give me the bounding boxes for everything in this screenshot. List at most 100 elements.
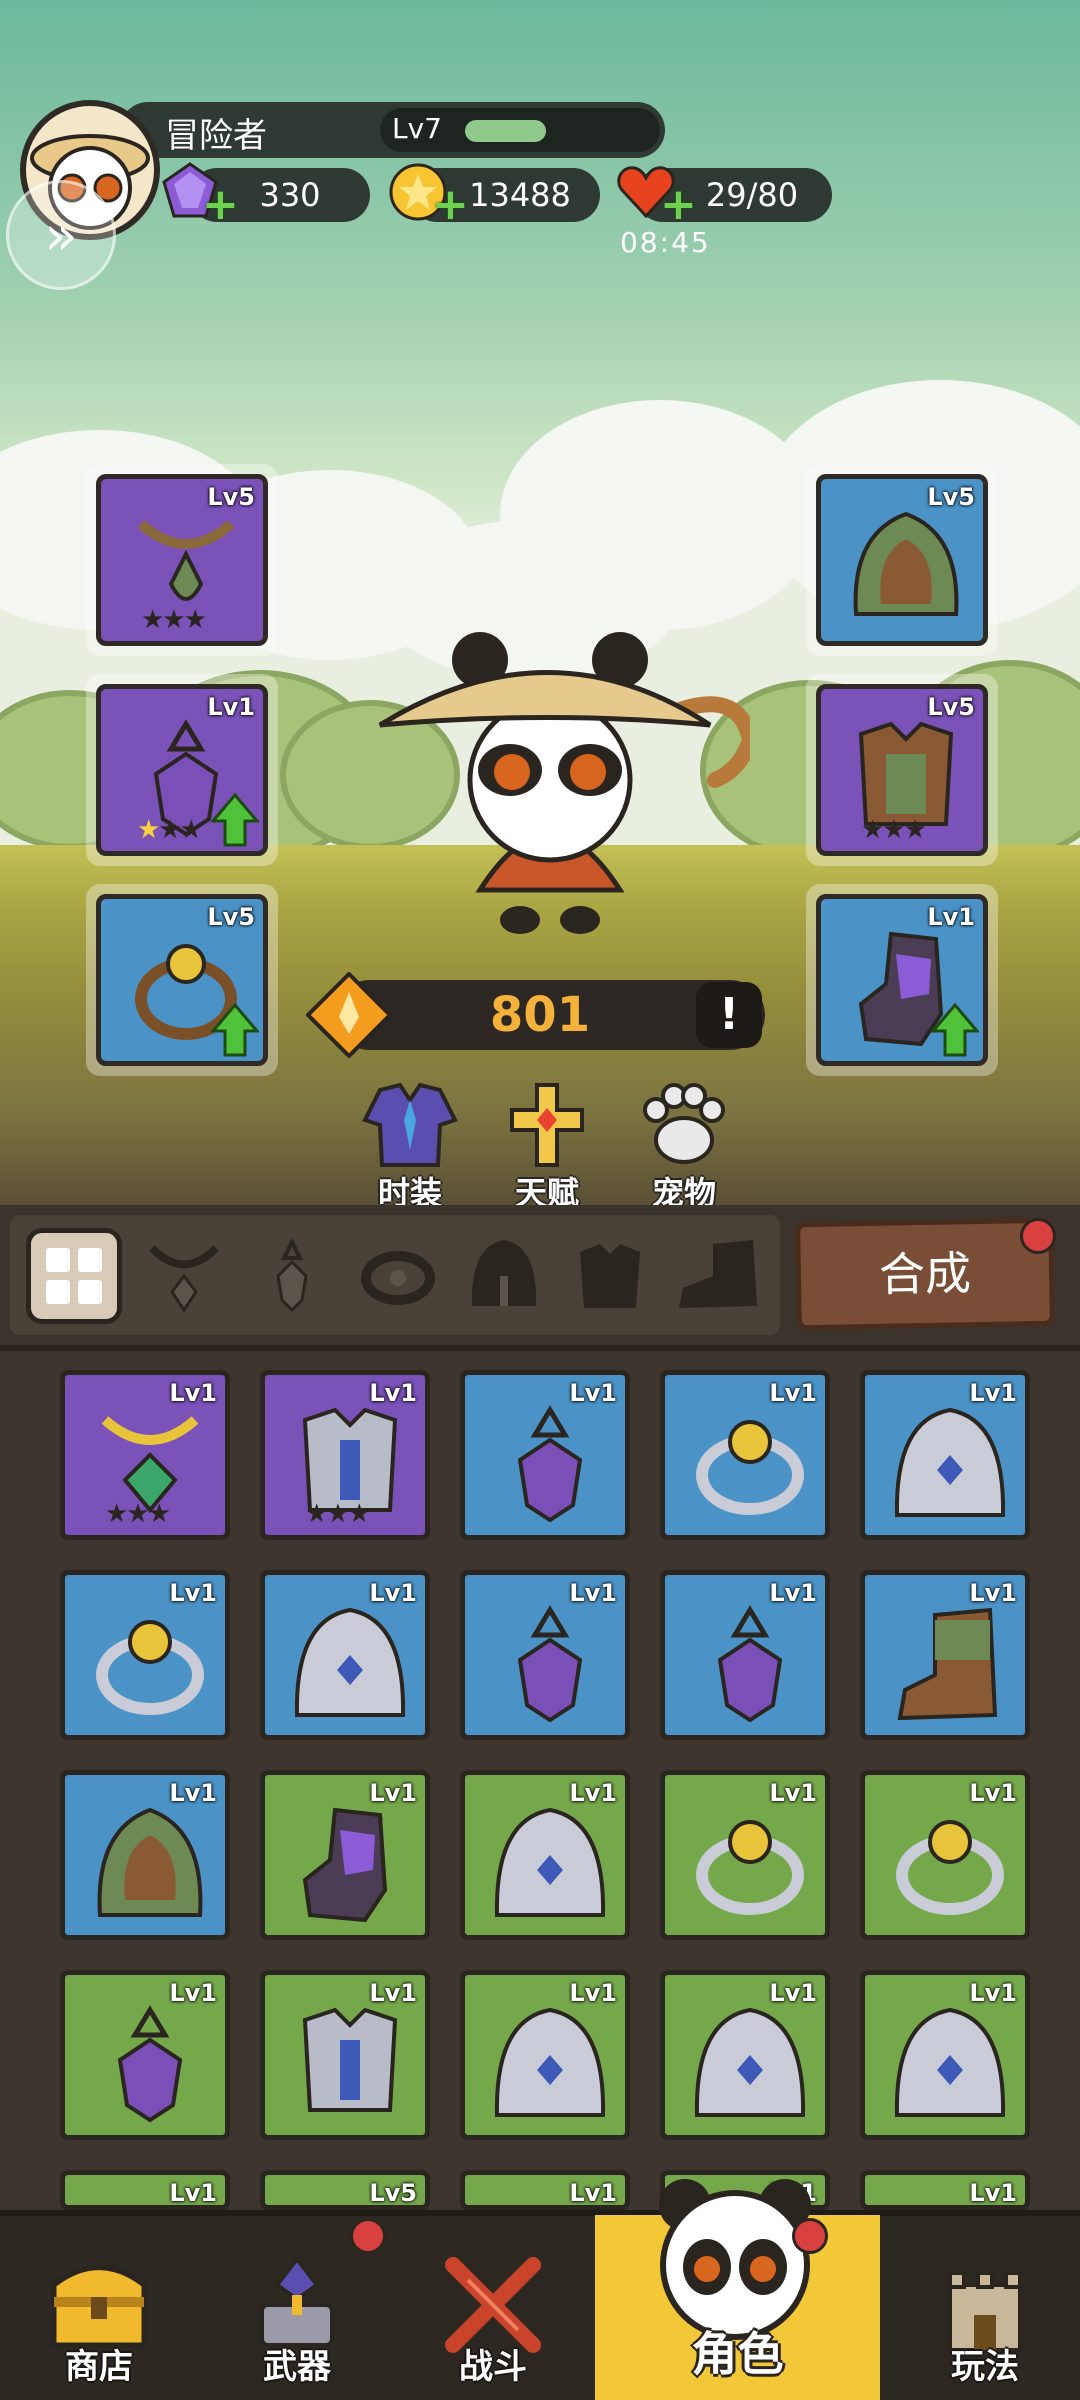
item-level: Lv1: [169, 1779, 217, 1807]
inventory-item-helmet[interactable]: Lv1: [460, 1770, 630, 1940]
item-level: Lv1: [369, 1979, 417, 2007]
tab-ring[interactable]: [350, 1228, 446, 1324]
inventory-item-ring[interactable]: Lv1: [660, 1770, 830, 1940]
earring-icon: [117, 2005, 183, 2123]
inventory-item-helmet[interactable]: Lv1: [460, 1970, 630, 2140]
helmet-icon: [294, 1607, 406, 1717]
item-level: Lv1: [569, 2179, 617, 2207]
armor-icon: [580, 1244, 640, 1308]
item-level: Lv1: [169, 1579, 217, 1607]
inventory-item-ring[interactable]: Lv1: [660, 1370, 830, 1540]
nav-character[interactable]: 角色: [595, 2179, 880, 2400]
inventory-item-helmet[interactable]: Lv1: [860, 2170, 1030, 2210]
player-level: Lv7: [392, 112, 442, 145]
helmet-icon: [494, 1807, 606, 1917]
add-gems-icon[interactable]: +: [202, 183, 239, 227]
tab-all[interactable]: [26, 1228, 122, 1324]
gem-count: 330: [259, 176, 321, 214]
item-level: Lv1: [769, 1579, 817, 1607]
earring-icon: [517, 1605, 583, 1723]
outfit-icon: [362, 1082, 458, 1167]
ring-icon: [96, 1620, 204, 1715]
outfit-button[interactable]: 时装: [345, 1080, 475, 1214]
item-level: Lv1: [569, 1379, 617, 1407]
ring-icon: [696, 1820, 804, 1915]
item-level: Lv1: [169, 1979, 217, 2007]
tab-earring[interactable]: [244, 1228, 340, 1324]
power-info-button[interactable]: !: [696, 982, 762, 1048]
slot-level: Lv5: [207, 483, 255, 511]
slot-level: Lv1: [207, 693, 255, 721]
item-level: Lv1: [369, 1579, 417, 1607]
item-level: Lv1: [769, 1779, 817, 1807]
boot-icon: [897, 1607, 998, 1721]
add-gold-icon[interactable]: +: [432, 183, 469, 227]
upgrade-arrow-icon: [211, 1003, 259, 1057]
tab-armor[interactable]: [562, 1228, 658, 1324]
inventory-item-ring[interactable]: Lv1: [860, 1770, 1030, 1940]
tab-helmet[interactable]: [456, 1228, 552, 1324]
tab-boot[interactable]: [670, 1228, 766, 1324]
inventory-item-armor[interactable]: Lv1: [260, 1970, 430, 2140]
equip-slot-hood[interactable]: Lv5: [806, 464, 998, 656]
grid-all-icon: [46, 1248, 102, 1304]
inventory-item-armor[interactable]: Lv1 ★★★: [260, 1370, 430, 1540]
inventory-item-gauntlet[interactable]: Lv1: [260, 1770, 430, 1940]
energy-count: 29/80: [705, 176, 799, 214]
ring-icon: [896, 1820, 1004, 1915]
combat-power-value: 801: [489, 987, 591, 1043]
gauntlet-icon: [302, 1807, 388, 1923]
upgrade-arrow-icon: [211, 793, 259, 847]
inventory-item-earring[interactable]: Lv1: [60, 1970, 230, 2140]
hood-icon: [97, 1807, 203, 1917]
ring-icon: [361, 1251, 435, 1305]
talent-button[interactable]: 天赋: [482, 1080, 612, 1214]
equip-slot-ring[interactable]: Lv5: [86, 884, 278, 1076]
slot-level: Lv5: [927, 693, 975, 721]
item-level: Lv1: [369, 1779, 417, 1807]
equip-slot-armor[interactable]: Lv5 ★★★: [806, 674, 998, 866]
armor-icon: [302, 2007, 398, 2112]
hero-character[interactable]: [370, 630, 750, 950]
earring-icon: [276, 1237, 308, 1313]
item-level: Lv1: [969, 1779, 1017, 1807]
helmet-icon: [894, 1407, 1006, 1517]
inventory-item-helmet[interactable]: Lv5: [260, 2170, 430, 2210]
inventory-item-earring[interactable]: Lv1: [660, 1570, 830, 1740]
inventory-item-helmet[interactable]: Lv1: [660, 1970, 830, 2140]
add-energy-icon[interactable]: +: [660, 183, 697, 227]
inventory-item-helmet[interactable]: Lv1: [860, 1970, 1030, 2140]
star-rating: ★★★: [137, 815, 203, 845]
item-level: Lv1: [969, 1379, 1017, 1407]
tab-necklace[interactable]: [136, 1228, 232, 1324]
inventory-item-hood[interactable]: Lv1: [60, 1770, 230, 1940]
helmet-icon: [494, 2007, 606, 2117]
gold-count: 13488: [469, 176, 571, 214]
item-level: Lv1: [969, 1579, 1017, 1607]
equip-slot-necklace[interactable]: Lv5 ★★★: [86, 464, 278, 656]
nav-shop[interactable]: 商店: [4, 2215, 194, 2400]
merge-button[interactable]: 合成: [795, 1217, 1055, 1331]
nav-gameplay[interactable]: 玩法: [890, 2215, 1080, 2400]
star-rating: ★★★: [141, 605, 207, 635]
notification-dot: [350, 2218, 386, 2254]
inventory-item-helmet[interactable]: Lv1: [60, 2170, 230, 2210]
nav-battle[interactable]: 战斗: [398, 2215, 588, 2400]
helmet-icon: [694, 2007, 806, 2117]
inventory-item-earring[interactable]: Lv1: [460, 1370, 630, 1540]
star-rating: ★★★: [105, 1499, 171, 1529]
inventory-item-helmet[interactable]: Lv1: [460, 2170, 630, 2210]
inventory-item-necklace[interactable]: Lv1 ★★★: [60, 1370, 230, 1540]
necklace-icon: [149, 1245, 219, 1313]
xp-fill: [465, 120, 546, 142]
inventory-item-ring[interactable]: Lv1: [60, 1570, 230, 1740]
expand-menu-button[interactable]: »: [6, 180, 116, 290]
equip-slot-earring[interactable]: Lv1 ★★★: [86, 674, 278, 866]
equip-slot-gauntlet[interactable]: Lv1: [806, 884, 998, 1076]
inventory-item-helmet[interactable]: Lv1: [260, 1570, 430, 1740]
pet-paw-icon: [643, 1083, 725, 1164]
pet-button[interactable]: 宠物: [619, 1080, 749, 1214]
inventory-item-helmet[interactable]: Lv1: [860, 1370, 1030, 1540]
inventory-item-boot[interactable]: Lv1: [860, 1570, 1030, 1740]
inventory-item-earring[interactable]: Lv1: [460, 1570, 630, 1740]
